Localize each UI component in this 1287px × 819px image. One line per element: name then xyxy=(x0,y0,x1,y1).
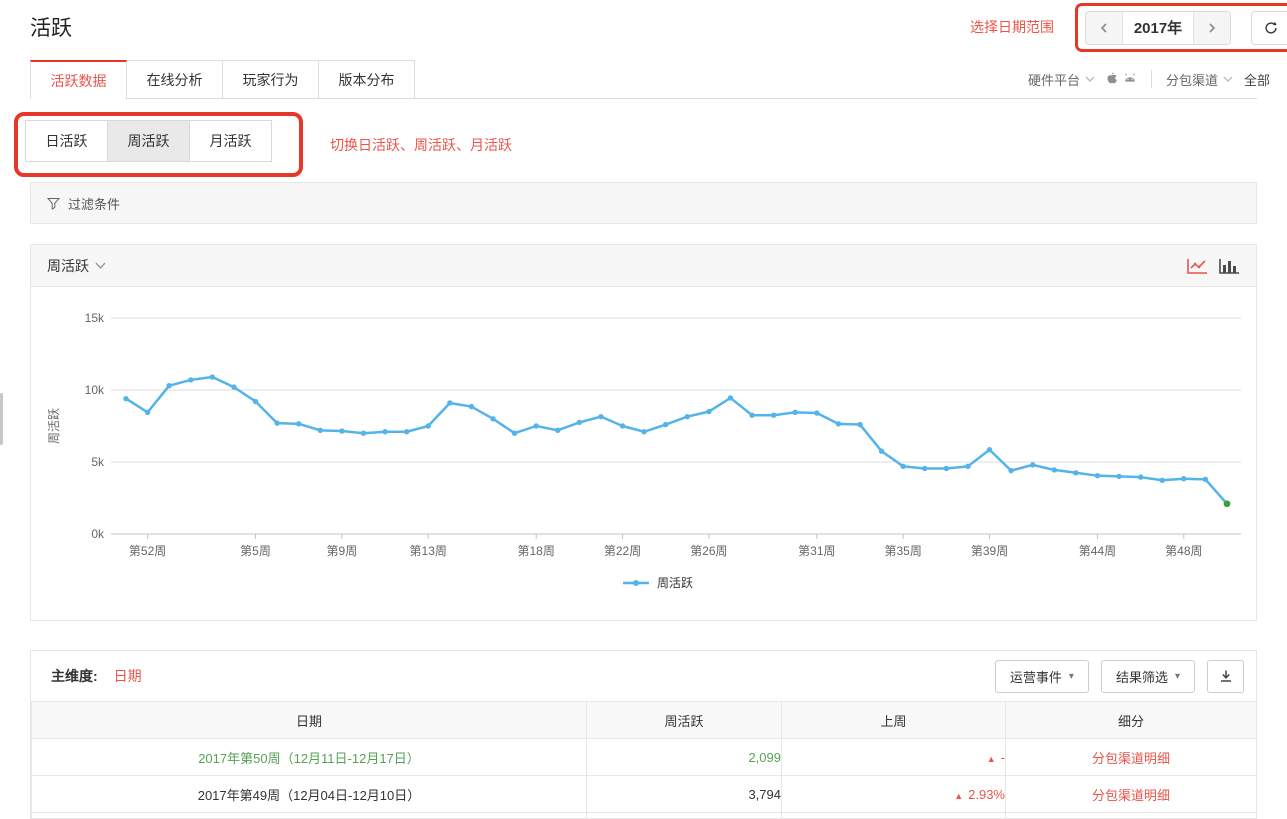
subtab-weekly-active[interactable]: 周活跃 xyxy=(107,120,190,162)
chevron-right-icon xyxy=(1207,22,1217,34)
subtab-daily-active[interactable]: 日活跃 xyxy=(25,120,108,162)
svg-text:周活跃: 周活跃 xyxy=(47,408,61,444)
cell-weekly-active: 2,099 xyxy=(587,739,782,776)
caret-down-icon: ▾ xyxy=(1069,671,1074,682)
annotation-text: 切换日活跃、周活跃、月活跃 xyxy=(330,135,512,155)
col-header-breakdown: 细分 xyxy=(1006,702,1257,739)
funnel-icon xyxy=(47,197,60,210)
annotation-box-date-picker: 2017年 xyxy=(1075,3,1287,52)
next-year-button[interactable] xyxy=(1193,12,1230,44)
cell-prev-week: ▲- xyxy=(782,739,1006,776)
svg-text:第9周: 第9周 xyxy=(327,544,358,558)
refresh-icon xyxy=(1263,20,1279,36)
svg-text:10k: 10k xyxy=(85,383,105,397)
subtab-monthly-active[interactable]: 月活跃 xyxy=(189,120,272,162)
svg-text:第13周: 第13周 xyxy=(410,544,447,558)
ops-events-button[interactable]: 运营事件 ▾ xyxy=(995,660,1089,693)
scrollbar-artifact xyxy=(0,393,3,445)
chart-type-toggle xyxy=(1176,257,1240,275)
svg-text:第48周: 第48周 xyxy=(1165,544,1202,558)
table-row: 2017年第49周（12月04日-12月10日） 3,794 ▲ 2.93% 分包… xyxy=(32,776,1257,813)
divider xyxy=(1151,70,1152,88)
channel-detail-link[interactable]: 分包渠道明细 xyxy=(1092,751,1170,766)
cell-prev-week: ▲ 2.93% xyxy=(782,776,1006,813)
date-picker-value[interactable]: 2017年 xyxy=(1123,12,1193,44)
download-button[interactable] xyxy=(1207,660,1244,693)
channel-filter[interactable]: 分包渠道 xyxy=(1166,70,1218,89)
android-icon xyxy=(1123,73,1137,85)
ops-events-label: 运营事件 xyxy=(1010,667,1062,686)
caret-down-icon: ▾ xyxy=(1175,671,1180,682)
svg-text:15k: 15k xyxy=(85,311,105,325)
svg-text:第18周: 第18周 xyxy=(517,544,554,558)
filter-conditions-bar[interactable]: 过滤条件 xyxy=(30,182,1257,224)
tab-version-distribution[interactable]: 版本分布 xyxy=(318,60,415,98)
global-filters: 硬件平台 分包渠道 全部 xyxy=(1028,63,1270,95)
dimension-value[interactable]: 日期 xyxy=(114,666,142,686)
col-header-date: 日期 xyxy=(32,702,587,739)
chevron-down-icon xyxy=(95,262,106,270)
wow-value: 2.93% xyxy=(968,787,1005,802)
metric-selector[interactable]: 周活跃 xyxy=(47,256,106,276)
table-toolbar: 主维度: 日期 运营事件 ▾ 结果筛选 ▾ xyxy=(31,651,1256,701)
weekly-active-chart: 0k 5k 10k 15k 第52周 第5周 第9周 第13周 第18周 第22周 第26周 第31周… xyxy=(31,287,1256,620)
col-header-weekly-active: 周活跃 xyxy=(587,702,782,739)
metric-selector-label: 周活跃 xyxy=(47,256,89,276)
date-picker: 2017年 xyxy=(1085,11,1231,45)
active-data-table: 日期 周活跃 上周 细分 2017年第50周（12月11日-12月17日） 2,… xyxy=(31,701,1257,819)
table-card: 主维度: 日期 运营事件 ▾ 结果筛选 ▾ xyxy=(30,650,1257,819)
cell-date: 2017年第50周（12月11日-12月17日） xyxy=(32,739,587,776)
date-range-label: 选择日期范围 xyxy=(970,17,1054,37)
cell-breakdown: 分包渠道明细 xyxy=(1006,739,1257,776)
svg-text:周活跃: 周活跃 xyxy=(657,576,693,590)
svg-text:第31周: 第31周 xyxy=(798,544,835,558)
page-title: 活跃 xyxy=(30,12,72,42)
download-icon xyxy=(1219,669,1233,683)
chevron-down-icon xyxy=(1223,76,1233,83)
svg-text:第22周: 第22周 xyxy=(604,544,641,558)
result-filter-button[interactable]: 结果筛选 ▾ xyxy=(1101,660,1195,693)
tab-player-behavior[interactable]: 玩家行为 xyxy=(222,60,319,98)
table-row: 2017年第50周（12月11日-12月17日） 2,099 ▲- 分包渠道明细 xyxy=(32,739,1257,776)
channel-detail-link[interactable]: 分包渠道明细 xyxy=(1092,788,1170,803)
result-filter-label: 结果筛选 xyxy=(1116,667,1168,686)
chevron-left-icon xyxy=(1099,22,1109,34)
svg-text:第52周: 第52周 xyxy=(129,544,166,558)
hardware-platform-filter[interactable]: 硬件平台 xyxy=(1028,70,1080,89)
svg-text:5k: 5k xyxy=(91,455,105,469)
cell-breakdown: 分包渠道明细 xyxy=(1006,776,1257,813)
cell-weekly-active: 3,794 xyxy=(587,776,782,813)
svg-text:第39周: 第39周 xyxy=(971,544,1008,558)
triangle-up-icon: ▲ xyxy=(987,754,996,764)
apple-icon xyxy=(1105,72,1118,86)
wow-value: - xyxy=(1001,750,1005,765)
svg-text:第35周: 第35周 xyxy=(884,544,921,558)
svg-text:第26周: 第26周 xyxy=(690,544,727,558)
chevron-down-icon xyxy=(1085,76,1095,83)
triangle-up-icon: ▲ xyxy=(954,791,963,801)
active-granularity-switch: 日活跃 周活跃 月活跃 xyxy=(25,120,272,162)
svg-text:第44周: 第44周 xyxy=(1079,544,1116,558)
dimension-label: 主维度: xyxy=(51,666,98,686)
col-header-prev-week: 上周 xyxy=(782,702,1006,739)
chart-header: 周活跃 xyxy=(31,245,1256,287)
tab-active-data[interactable]: 活跃数据 xyxy=(30,60,127,99)
tab-online-analysis[interactable]: 在线分析 xyxy=(126,60,223,98)
bar-chart-icon[interactable] xyxy=(1218,257,1240,275)
refresh-button[interactable] xyxy=(1251,11,1287,45)
line-chart-icon[interactable] xyxy=(1186,257,1208,275)
table-header-row: 日期 周活跃 上周 细分 xyxy=(32,702,1257,739)
svg-text:第5周: 第5周 xyxy=(240,544,271,558)
chart-card: 周活跃 xyxy=(30,244,1257,621)
table-row-partial xyxy=(32,813,1257,819)
channel-filter-value[interactable]: 全部 xyxy=(1244,70,1270,89)
cell-date: 2017年第49周（12月04日-12月10日） xyxy=(32,776,587,813)
prev-year-button[interactable] xyxy=(1086,12,1123,44)
filter-conditions-label: 过滤条件 xyxy=(68,194,120,213)
svg-text:0k: 0k xyxy=(91,527,105,541)
table-actions: 运营事件 ▾ 结果筛选 ▾ xyxy=(983,660,1244,693)
